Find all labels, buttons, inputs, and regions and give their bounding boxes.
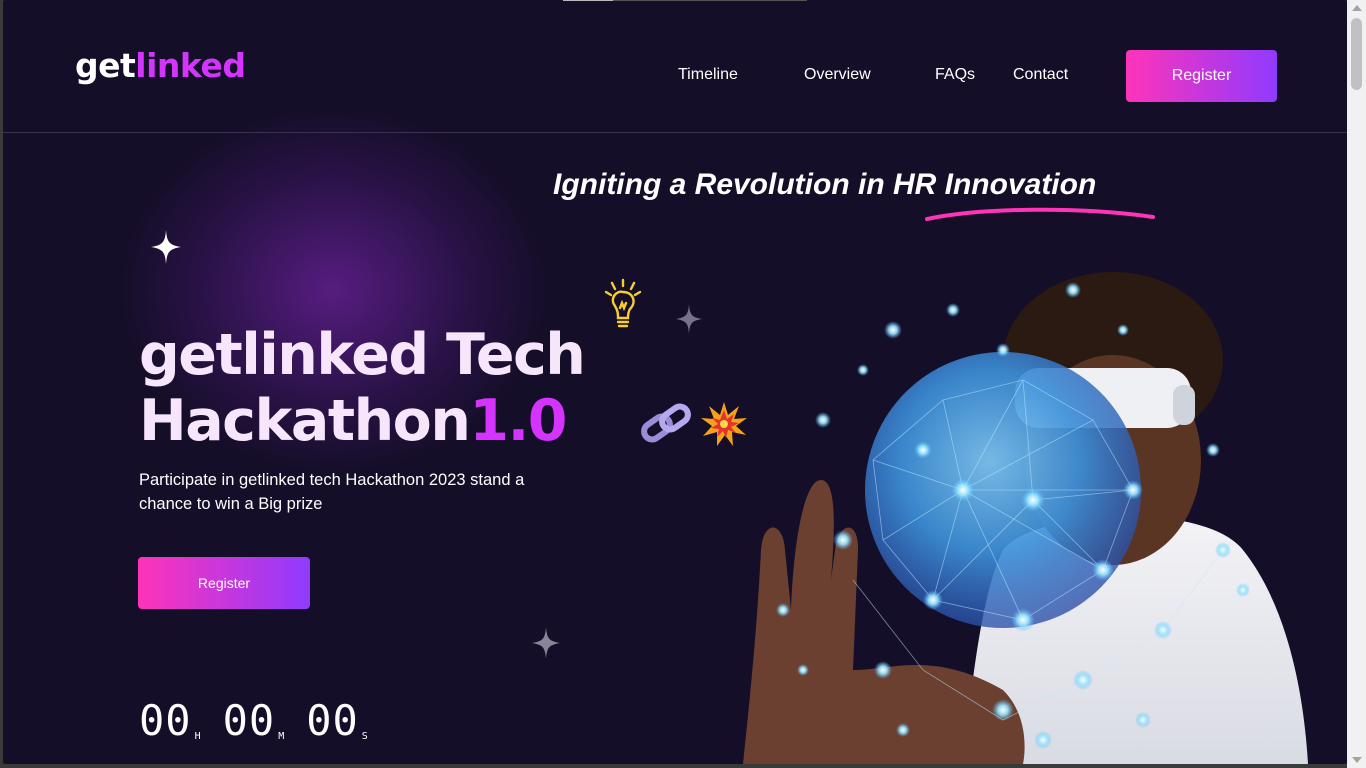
countdown-timer: 00 H 00 M 00 S [139,696,390,745]
hero-description: Participate in getlinked tech Hackathon … [139,471,525,513]
nav-overview[interactable]: Overview [804,66,871,84]
browser-viewport: getlinked Timeline Overview FAQs Contact… [3,0,1347,764]
lightbulb-icon [604,278,642,328]
countdown-hours: 00 [139,696,192,745]
sparkle-icon [676,304,702,334]
hero-title-line1: getlinked Tech [139,322,586,388]
hero-title-line2: Hackathon [139,388,471,454]
countdown-seconds-unit: S [361,731,368,742]
header-register-button[interactable]: Register [1126,50,1277,102]
site-header: getlinked Timeline Overview FAQs Contact… [3,0,1347,133]
tagline-underline [925,207,1155,221]
countdown-minutes: 00 [222,696,276,745]
scroll-up-icon[interactable] [1352,5,1362,11]
countdown-hours-unit: H [194,731,201,742]
countdown-seconds: 00 [306,696,359,745]
scrollbar-thumb[interactable] [1351,18,1362,90]
sparkle-icon [151,230,181,264]
chain-link-icon [641,403,691,443]
hero-image-vr-person [743,272,1308,764]
nav-timeline[interactable]: Timeline [678,66,738,84]
logo[interactable]: getlinked [75,46,246,85]
logo-text-get: get [75,46,136,85]
sparkle-icon [532,627,560,659]
logo-text-linked: linked [135,46,246,85]
scroll-down-icon[interactable] [1352,757,1362,763]
hero-title: getlinked Tech Hackathon1.0 [139,322,586,454]
countdown-minutes-unit: M [278,731,285,742]
page-scrollbar[interactable] [1347,0,1366,768]
hero-tagline: Igniting a Revolution in HR Innovation [553,168,1097,201]
nav-contact[interactable]: Contact [1013,66,1068,84]
nav-faqs[interactable]: FAQs [935,66,975,84]
hero-version: 1.0 [469,388,567,454]
hero-register-button[interactable]: Register [138,557,310,609]
